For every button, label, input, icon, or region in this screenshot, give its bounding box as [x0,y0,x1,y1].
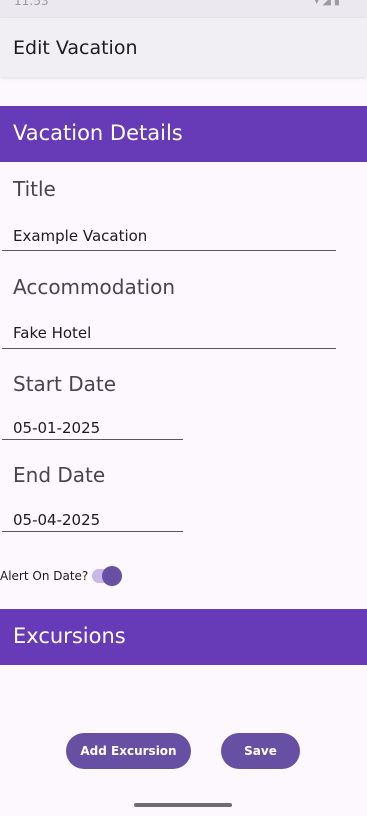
alert-on-date-label: Alert On Date? [0,569,89,583]
gesture-nav-handle[interactable] [134,803,232,807]
app-bar: Edit Vacation [0,18,367,77]
title-input-underline [2,250,336,251]
save-button[interactable]: Save [221,733,300,769]
end-date-underline [2,531,183,532]
excursions-header: Excursions [0,609,367,665]
status-time: 11:53 [14,0,49,8]
vacation-details-title: Vacation Details [13,121,183,145]
excursions-title: Excursions [13,624,126,648]
switch-thumb [102,566,122,586]
start-date-underline [2,439,183,440]
vacation-details-header: Vacation Details [0,106,367,162]
alert-on-date-switch[interactable] [92,566,122,586]
accommodation-input[interactable]: Fake Hotel [13,324,91,342]
page-title: Edit Vacation [13,37,138,59]
accommodation-input-underline [2,348,336,349]
accommodation-label: Accommodation [13,275,176,299]
add-excursion-button[interactable]: Add Excursion [66,733,191,769]
end-date-input[interactable]: 05-04-2025 [13,511,100,529]
start-date-label: Start Date [13,372,117,396]
status-bar: 11:53 ▾◢▮ [0,0,367,18]
title-input[interactable]: Example Vacation [13,227,147,245]
status-icons: ▾◢▮ [313,0,343,7]
start-date-input[interactable]: 05-01-2025 [13,419,100,437]
end-date-label: End Date [13,463,106,487]
title-label: Title [13,177,56,201]
